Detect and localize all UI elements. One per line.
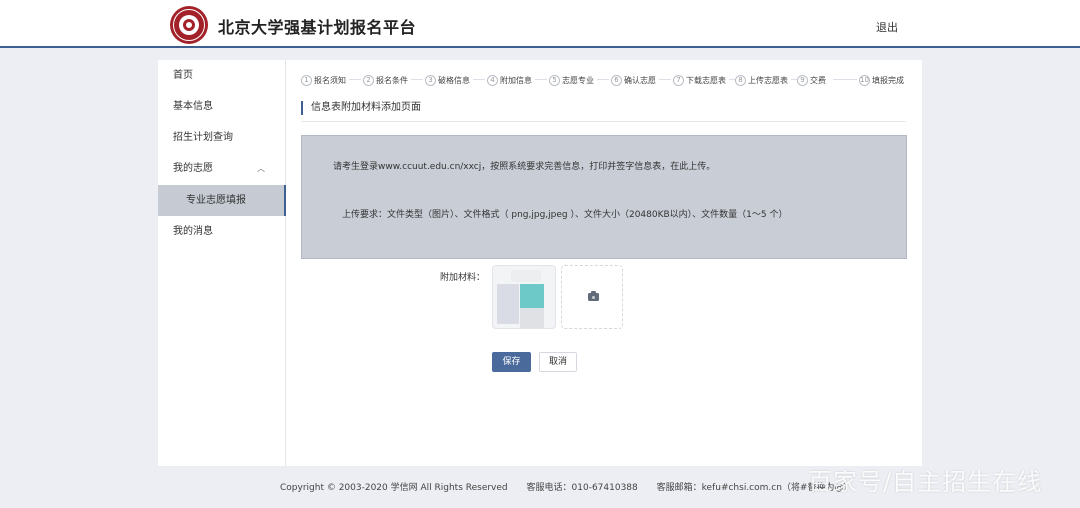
uploaded-image-thumbnail[interactable]	[492, 265, 556, 329]
step-divider	[659, 79, 671, 80]
step-number: 1	[301, 74, 312, 86]
step-label: 填报完成	[872, 75, 904, 85]
step-label: 下载志愿表	[686, 75, 726, 85]
chevron-up-icon: ︿	[257, 164, 265, 173]
step-3[interactable]: 3 破格信息	[425, 72, 470, 88]
step-divider	[473, 79, 485, 80]
sidebar-item-my-messages[interactable]: 我的消息	[158, 216, 285, 247]
cancel-button[interactable]: 取消	[539, 352, 577, 372]
sidebar-item-label: 我的志愿	[173, 163, 213, 174]
section-divider	[301, 121, 906, 122]
step-label: 确认志愿	[624, 75, 656, 85]
step-label: 附加信息	[500, 75, 532, 85]
step-2[interactable]: 2 报名条件	[363, 72, 408, 88]
sidebar-item-label: 我的消息	[173, 226, 213, 237]
step-number: 5	[549, 74, 560, 86]
step-1[interactable]: 1 报名须知	[301, 72, 346, 88]
sidebar-item-label: 招生计划查询	[173, 132, 233, 143]
step-number: 6	[611, 74, 622, 86]
step-9[interactable]: 9 交费	[797, 72, 826, 88]
footer: Copyright © 2003-2020 学信网 All Rights Res…	[280, 480, 868, 493]
sidebar-item-home[interactable]: 首页	[158, 60, 285, 91]
camera-icon	[588, 291, 599, 301]
sidebar-item-major-application[interactable]: 专业志愿填报	[158, 185, 286, 216]
step-label: 报名条件	[376, 75, 408, 85]
sidebar-item-label: 专业志愿填报	[186, 195, 246, 206]
sidebar-item-enrollment-plan[interactable]: 招生计划查询	[158, 122, 285, 153]
university-logo-icon	[170, 6, 208, 44]
sidebar: 首页 基本信息 招生计划查询 我的志愿 ︿ 专业志愿填报 我的消息	[158, 60, 286, 466]
step-label: 破格信息	[438, 75, 470, 85]
step-label: 志愿专业	[562, 75, 594, 85]
watermark: 百家号/自主招生在线	[808, 468, 1043, 496]
sidebar-item-my-applications[interactable]: 我的志愿 ︿	[158, 153, 285, 184]
step-number: 10	[859, 74, 870, 86]
step-number: 2	[363, 74, 374, 86]
save-button[interactable]: 保存	[492, 352, 531, 372]
step-label: 上传志愿表	[748, 75, 788, 85]
step-divider	[411, 79, 423, 80]
footer-copyright: Copyright © 2003-2020 学信网 All Rights Res…	[280, 483, 508, 493]
image-upload-button[interactable]	[561, 265, 623, 329]
top-header: 北京大学强基计划报名平台 退出	[0, 0, 1080, 48]
step-10[interactable]: 10 填报完成	[859, 72, 904, 88]
main-panel: 首页 基本信息 招生计划查询 我的志愿 ︿ 专业志愿填报 我的消息 1 报名须知…	[158, 60, 922, 466]
step-4[interactable]: 4 附加信息	[487, 72, 532, 88]
step-number: 8	[735, 74, 746, 86]
sidebar-item-label: 首页	[173, 70, 193, 81]
site-title: 北京大学强基计划报名平台	[218, 18, 417, 37]
step-7[interactable]: 7 下载志愿表	[673, 72, 726, 88]
step-number: 9	[797, 74, 808, 86]
progress-steps: 1 报名须知 2 报名条件 3 破格信息 4 附加信息 5 志愿专业 6 确认志…	[301, 72, 906, 88]
step-number: 7	[673, 74, 684, 86]
section-title: 信息表附加材料添加页面	[301, 101, 421, 115]
step-label: 交费	[810, 75, 826, 85]
instruction-text: 请考生登录www.ccuut.edu.cn/xxcj，按照系统要求完善信息，打印…	[333, 162, 716, 172]
footer-phone: 客服电话：010-67410388	[526, 483, 638, 493]
sidebar-item-basic-info[interactable]: 基本信息	[158, 91, 285, 122]
step-number: 3	[425, 74, 436, 86]
upload-requirements-text: 上传要求：文件类型（图片）、文件格式（ png,jpg,jpeg ）、文件大小（…	[342, 210, 788, 220]
step-number: 4	[487, 74, 498, 86]
upload-instructions-box: 请考生登录www.ccuut.edu.cn/xxcj，按照系统要求完善信息，打印…	[301, 135, 907, 259]
logout-link[interactable]: 退出	[876, 19, 898, 35]
attachment-label: 附加材料：	[440, 273, 486, 283]
sidebar-item-label: 基本信息	[173, 101, 213, 112]
step-8[interactable]: 8 上传志愿表	[735, 72, 788, 88]
step-divider	[597, 79, 609, 80]
step-divider	[349, 79, 361, 80]
step-5[interactable]: 5 志愿专业	[549, 72, 594, 88]
step-label: 报名须知	[314, 75, 346, 85]
step-6[interactable]: 6 确认志愿	[611, 72, 656, 88]
step-divider	[535, 79, 547, 80]
step-divider	[833, 79, 857, 80]
